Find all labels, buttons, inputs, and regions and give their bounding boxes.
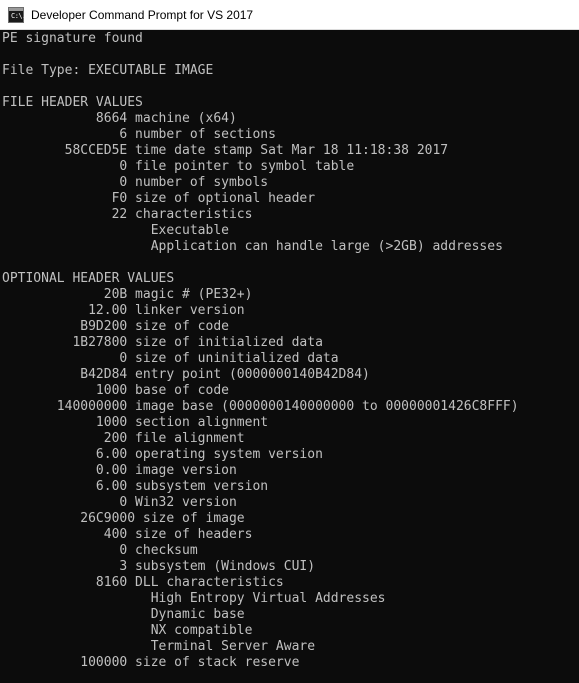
console-line: Executable [2,223,229,238]
console-line: FILE HEADER VALUES [2,95,143,110]
console-line: File Type: EXECUTABLE IMAGE [2,63,214,78]
console-line: 200 file alignment [2,431,245,446]
console-line: F0 size of optional header [2,191,316,206]
console-line: Terminal Server Aware [2,639,316,654]
console-line: 22 characteristics [2,207,253,222]
console-line: 140000000 image base (0000000140000000 t… [2,399,519,414]
console-line: OPTIONAL HEADER VALUES [2,271,175,286]
console-line: B42D84 entry point (0000000140B42D84) [2,367,370,382]
console-icon-glyph: C:\. [11,11,26,20]
console-line: NX compatible [2,623,253,638]
console-line: 12.00 linker version [2,303,245,318]
console-icon[interactable]: C:\. [8,6,26,23]
console-lines: PE signature found File Type: EXECUTABLE … [2,31,519,671]
console-line: 0 number of symbols [2,175,269,190]
console-line: 1000 section alignment [2,415,269,430]
console-line: PE signature found [2,31,143,46]
console-line: 0 file pointer to symbol table [2,159,355,174]
console-line: 58CCED5E time date stamp Sat Mar 18 11:1… [2,143,449,158]
console-line: 8664 machine (x64) [2,111,237,126]
console-line: 3 subsystem (Windows CUI) [2,559,316,574]
console-line: 1000 base of code [2,383,229,398]
console-line: 6 number of sections [2,127,276,142]
console-line: Dynamic base [2,607,245,622]
console-icon-bar [9,7,23,11]
console-line: 100000 size of stack reserve [2,655,300,670]
title-bar[interactable]: C:\. Developer Command Prompt for VS 201… [0,0,579,30]
console-line: 8160 DLL characteristics [2,575,284,590]
console-line: 400 size of headers [2,527,253,542]
console-line: Application can handle large (>2GB) addr… [2,239,503,254]
console-line: 1B27800 size of initialized data [2,335,323,350]
console-line: High Entropy Virtual Addresses [2,591,386,606]
console-line: 0 checksum [2,543,198,558]
console-line: 6.00 subsystem version [2,479,269,494]
console-line: 0 size of uninitialized data [2,351,339,366]
console-output[interactable]: PE signature found File Type: EXECUTABLE … [0,30,579,683]
console-line: 26C9000 size of image [2,511,245,526]
console-line: 0 Win32 version [2,495,237,510]
console-line: 20B magic # (PE32+) [2,287,253,302]
console-line: 0.00 image version [2,463,237,478]
console-line: 6.00 operating system version [2,447,323,462]
window-title: Developer Command Prompt for VS 2017 [31,7,254,22]
console-window: C:\. Developer Command Prompt for VS 201… [0,0,579,683]
console-line: B9D200 size of code [2,319,229,334]
